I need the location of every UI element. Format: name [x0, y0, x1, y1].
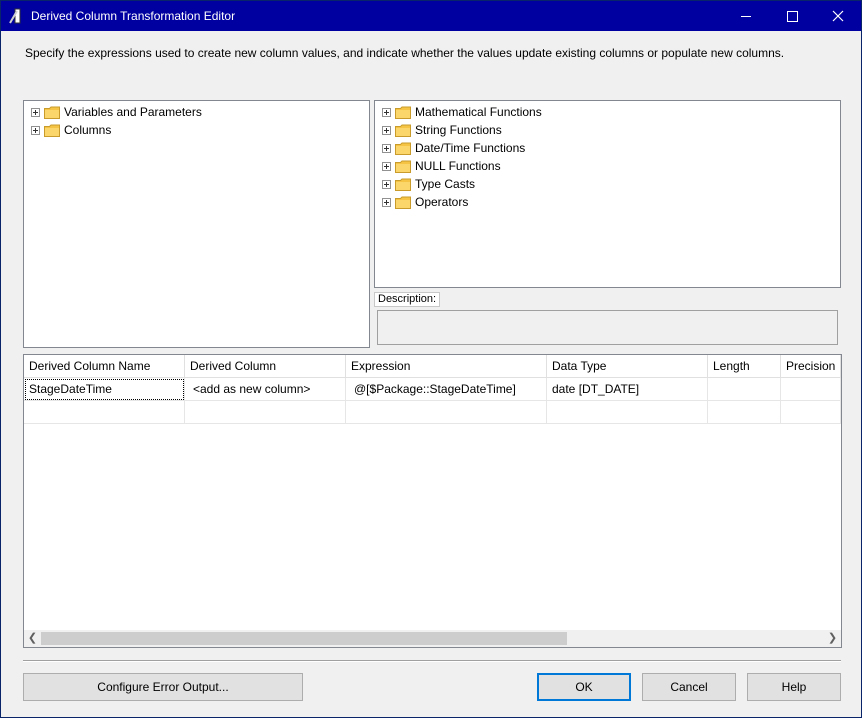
- derived-column-grid[interactable]: Derived Column Name Derived Column Expre…: [23, 354, 842, 648]
- folder-icon: [395, 196, 411, 209]
- horizontal-scrollbar[interactable]: ❮ ❯: [24, 630, 841, 647]
- instruction-text: Specify the expressions used to create n…: [25, 46, 785, 60]
- tree-item-string[interactable]: String Functions: [382, 121, 502, 139]
- functions-tree[interactable]: Mathematical Functions String Functions …: [374, 100, 841, 288]
- tree-item-null[interactable]: NULL Functions: [382, 157, 501, 175]
- tree-label: Variables and Parameters: [64, 105, 202, 119]
- folder-icon: [395, 178, 411, 191]
- tree-label: Mathematical Functions: [415, 105, 542, 119]
- description-label: Description:: [374, 292, 441, 307]
- tree-item-datetime[interactable]: Date/Time Functions: [382, 139, 525, 157]
- folder-icon: [395, 160, 411, 173]
- empty-cell[interactable]: [547, 401, 708, 424]
- column-header[interactable]: Derived Column: [185, 355, 346, 378]
- folder-icon: [395, 124, 411, 137]
- expand-icon[interactable]: [31, 125, 40, 135]
- maximize-button[interactable]: [769, 1, 815, 31]
- folder-icon: [395, 142, 411, 155]
- column-header[interactable]: Data Type: [547, 355, 708, 378]
- empty-cell[interactable]: [185, 401, 346, 424]
- title-bar[interactable]: Derived Column Transformation Editor: [1, 1, 861, 31]
- tree-label: NULL Functions: [415, 159, 501, 173]
- close-button[interactable]: [815, 1, 861, 31]
- expand-icon[interactable]: [382, 161, 391, 171]
- empty-cell[interactable]: [781, 401, 841, 424]
- cancel-button[interactable]: Cancel: [642, 673, 736, 701]
- cell-expression[interactable]: @[$Package::StageDateTime]: [346, 378, 547, 401]
- empty-cell[interactable]: [346, 401, 547, 424]
- ok-button[interactable]: OK: [537, 673, 631, 701]
- cell-derived-column[interactable]: <add as new column>: [185, 378, 346, 401]
- column-header[interactable]: Precision: [781, 355, 841, 378]
- expand-icon[interactable]: [382, 179, 391, 189]
- tree-item-math[interactable]: Mathematical Functions: [382, 103, 542, 121]
- column-header[interactable]: Derived Column Name: [24, 355, 185, 378]
- folder-icon: [395, 106, 411, 119]
- help-button[interactable]: Help: [747, 673, 841, 701]
- tree-label: String Functions: [415, 123, 502, 137]
- description-box: [377, 310, 838, 345]
- cell-derived-column-name[interactable]: StageDateTime: [24, 378, 185, 401]
- tree-item-columns[interactable]: Columns: [31, 121, 111, 139]
- table-row-empty[interactable]: [24, 401, 841, 424]
- cell-data-type[interactable]: date [DT_DATE]: [547, 378, 708, 401]
- window-title: Derived Column Transformation Editor: [31, 9, 236, 23]
- cell-length[interactable]: [708, 378, 781, 401]
- transform-app-icon: [9, 8, 25, 24]
- variables-columns-tree[interactable]: Variables and Parameters Columns: [23, 100, 370, 348]
- scroll-thumb[interactable]: [41, 632, 567, 645]
- tree-label: Columns: [64, 123, 112, 137]
- column-header[interactable]: Expression: [346, 355, 547, 378]
- separator: [23, 660, 841, 662]
- dialog-window: Derived Column Transformation Editor Spe…: [0, 0, 862, 718]
- cell-precision[interactable]: [781, 378, 841, 401]
- empty-cell[interactable]: [708, 401, 781, 424]
- folder-icon: [44, 124, 60, 137]
- scroll-left-icon[interactable]: ❮: [24, 630, 41, 647]
- scroll-right-icon[interactable]: ❯: [824, 630, 841, 647]
- expand-icon[interactable]: [382, 125, 391, 135]
- tree-label: Type Casts: [415, 177, 476, 191]
- expand-icon[interactable]: [382, 197, 391, 207]
- expand-icon[interactable]: [31, 107, 40, 117]
- tree-item-variables[interactable]: Variables and Parameters: [31, 103, 202, 121]
- table-row[interactable]: StageDateTime <add as new column> @[$Pac…: [24, 378, 841, 401]
- minimize-button[interactable]: [723, 1, 769, 31]
- grid-header: Derived Column Name Derived Column Expre…: [24, 355, 841, 378]
- tree-label: Operators: [415, 195, 469, 209]
- folder-icon: [44, 106, 60, 119]
- expand-icon[interactable]: [382, 107, 391, 117]
- tree-label: Date/Time Functions: [415, 141, 526, 155]
- tree-item-operators[interactable]: Operators: [382, 193, 468, 211]
- tree-item-typecasts[interactable]: Type Casts: [382, 175, 475, 193]
- column-header[interactable]: Length: [708, 355, 781, 378]
- configure-error-output-button[interactable]: Configure Error Output...: [23, 673, 303, 701]
- expand-icon[interactable]: [382, 143, 391, 153]
- empty-cell[interactable]: [24, 401, 185, 424]
